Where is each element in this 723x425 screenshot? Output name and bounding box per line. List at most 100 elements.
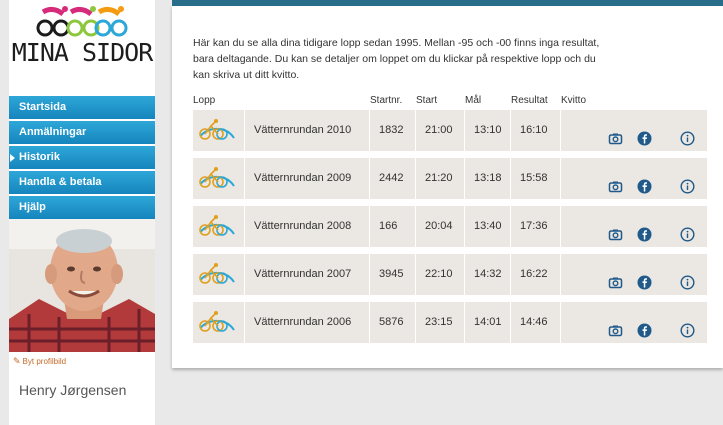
race-result-cell: 14:46 [510, 302, 561, 343]
race-finish-cell: 14:32 [464, 254, 511, 295]
column-header-result: Resultat [511, 95, 548, 106]
race-bib-cell: 3945 [369, 254, 416, 295]
nav-item-anmalningar[interactable]: Anmälningar [9, 121, 155, 144]
race-result-cell: 16:10 [510, 110, 561, 151]
race-result: 14:46 [520, 316, 548, 328]
race-result: 16:22 [520, 268, 548, 280]
history-panel: Här kan du se alla dina tidigare lopp se… [172, 6, 723, 368]
race-start-cell: 21:00 [415, 110, 465, 151]
race-logo-cell [193, 206, 245, 247]
race-logo-icon [196, 262, 236, 304]
user-name: Henry Jørgensen [19, 382, 127, 398]
change-profile-picture-label: Byt profilbild [22, 357, 67, 366]
nav-item-historik[interactable]: Historik [9, 146, 155, 169]
profile-photo [9, 219, 155, 352]
facebook-icon[interactable] [637, 171, 652, 194]
column-header-race: Lopp [193, 95, 216, 106]
cyclists-logo-icon [36, 6, 128, 37]
race-logo-icon [196, 118, 236, 160]
camera-icon[interactable] [608, 123, 623, 145]
facebook-icon[interactable] [637, 219, 652, 242]
race-start-cell: 20:04 [415, 206, 465, 247]
facebook-icon[interactable] [637, 315, 652, 338]
pencil-icon: ✎ [13, 356, 21, 366]
race-finish-cell: 14:01 [464, 302, 511, 343]
race-logo-cell [193, 302, 245, 343]
race-actions-cell [560, 254, 707, 295]
intro-text: Här kan du se alla dina tidigare lopp se… [193, 37, 600, 81]
race-bib: 5876 [379, 316, 404, 328]
logo[interactable]: MINA SIDOR [9, 0, 155, 90]
race-finish: 14:32 [474, 268, 502, 280]
race-row[interactable]: Vätternrundan 2008 166 20:04 13:40 17:36 [193, 206, 707, 247]
race-result-cell: 15:58 [510, 158, 561, 199]
race-actions-cell [560, 206, 707, 247]
facebook-icon[interactable] [637, 123, 652, 146]
camera-icon[interactable] [608, 219, 623, 241]
race-name-cell: Vätternrundan 2009 [244, 158, 370, 199]
race-actions-cell [560, 302, 707, 343]
race-name[interactable]: Vätternrundan 2006 [244, 316, 351, 328]
race-row[interactable]: Vätternrundan 2007 3945 22:10 14:32 16:22 [193, 254, 707, 295]
column-header-receipt: Kvitto [561, 95, 587, 106]
info-icon[interactable] [680, 267, 695, 290]
race-start: 22:10 [425, 268, 453, 280]
info-icon[interactable] [680, 171, 695, 194]
race-finish: 13:40 [474, 220, 502, 232]
race-logo-cell [193, 110, 245, 151]
race-name-cell: Vätternrundan 2007 [244, 254, 370, 295]
race-name[interactable]: Vätternrundan 2008 [244, 220, 351, 232]
race-logo-cell [193, 254, 245, 295]
race-bib-cell: 1832 [369, 110, 416, 151]
info-icon[interactable] [680, 219, 695, 242]
facebook-icon[interactable] [637, 267, 652, 290]
race-actions-cell [560, 158, 707, 199]
race-start-cell: 21:20 [415, 158, 465, 199]
camera-icon[interactable] [608, 267, 623, 289]
change-profile-picture-link[interactable]: ✎ Byt profilbild [13, 356, 66, 367]
nav-item-hjalp[interactable]: Hjälp [9, 196, 155, 219]
race-bib-cell: 5876 [369, 302, 416, 343]
race-finish: 14:01 [474, 316, 502, 328]
info-icon[interactable] [680, 315, 695, 338]
race-start: 21:20 [425, 172, 453, 184]
race-name[interactable]: Vätternrundan 2009 [244, 172, 351, 184]
race-row[interactable]: Vätternrundan 2010 1832 21:00 13:10 16:10 [193, 110, 707, 151]
race-result: 16:10 [520, 124, 548, 136]
race-logo-icon [196, 310, 236, 352]
race-finish-cell: 13:18 [464, 158, 511, 199]
race-row[interactable]: Vätternrundan 2009 2442 21:20 13:18 15:58 [193, 158, 707, 199]
race-name-cell: Vätternrundan 2010 [244, 110, 370, 151]
race-bib-cell: 166 [369, 206, 416, 247]
race-result: 17:36 [520, 220, 548, 232]
race-bib-cell: 2442 [369, 158, 416, 199]
race-result-cell: 16:22 [510, 254, 561, 295]
race-bib: 166 [379, 220, 398, 232]
race-start: 23:15 [425, 316, 453, 328]
race-logo-icon [196, 166, 236, 208]
race-start: 21:00 [425, 124, 453, 136]
race-finish: 13:18 [474, 172, 502, 184]
race-name-cell: Vätternrundan 2006 [244, 302, 370, 343]
race-finish: 13:10 [474, 124, 502, 136]
race-name-cell: Vätternrundan 2008 [244, 206, 370, 247]
race-bib: 2442 [379, 172, 404, 184]
race-result: 15:58 [520, 172, 548, 184]
logo-text: MINA SIDOR [11, 38, 154, 67]
race-start: 20:04 [425, 220, 453, 232]
race-name[interactable]: Vätternrundan 2010 [244, 124, 351, 136]
nav-item-startsida[interactable]: Startsida [9, 96, 155, 119]
info-icon[interactable] [680, 123, 695, 146]
race-row[interactable]: Vätternrundan 2006 5876 23:15 14:01 14:46 [193, 302, 707, 343]
race-finish-cell: 13:40 [464, 206, 511, 247]
race-actions-cell [560, 110, 707, 151]
race-start-cell: 22:10 [415, 254, 465, 295]
camera-icon[interactable] [608, 315, 623, 337]
column-header-start: Start [416, 95, 438, 106]
race-bib: 1832 [379, 124, 404, 136]
column-header-finish: Mål [465, 95, 482, 106]
race-name[interactable]: Vätternrundan 2007 [244, 268, 351, 280]
camera-icon[interactable] [608, 171, 623, 193]
nav-item-handla-betala[interactable]: Handla & betala [9, 171, 155, 194]
race-logo-cell [193, 158, 245, 199]
